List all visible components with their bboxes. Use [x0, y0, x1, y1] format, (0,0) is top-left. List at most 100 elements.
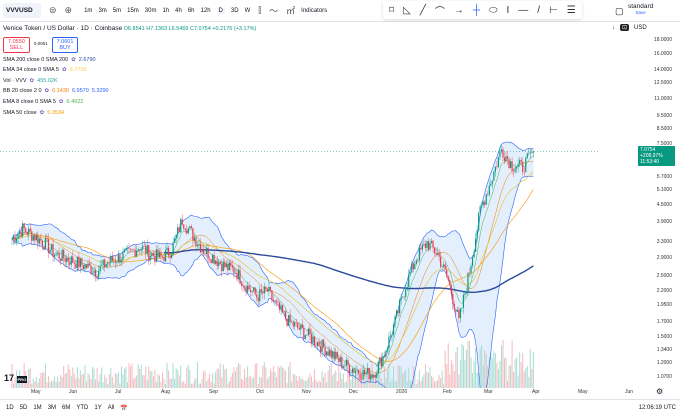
- range-YTD[interactable]: YTD: [76, 405, 88, 411]
- crosshair-icon[interactable]: ┼: [473, 5, 480, 16]
- interval-6h[interactable]: 6h: [188, 8, 195, 14]
- candle: [517, 163, 519, 168]
- candle: [458, 309, 460, 319]
- range-6M[interactable]: 6M: [62, 405, 70, 411]
- indicator-legend[interactable]: SMA 200 close 0 SMA 200 ✿ 2.6790: [3, 55, 256, 66]
- clock[interactable]: 12:06:19 UTC: [639, 405, 676, 411]
- candle: [205, 248, 208, 255]
- candle: [228, 262, 230, 271]
- indicator-legend[interactable]: EMA 34 close 0 SMA 5 ✿ 5.7739: [3, 65, 256, 76]
- indicators-button[interactable]: Indicators: [301, 8, 327, 14]
- candle: [423, 243, 425, 245]
- candle: [222, 261, 224, 272]
- range-3M[interactable]: 3M: [48, 405, 56, 411]
- range-1Y[interactable]: 1Y: [94, 405, 101, 411]
- candle: [237, 269, 240, 280]
- indicator-value: 5.3290: [91, 88, 109, 95]
- settings-icon[interactable]: ✿: [62, 67, 67, 73]
- candle: [161, 256, 164, 258]
- fib-icon[interactable]: ☰: [567, 5, 576, 16]
- indicator-legend[interactable]: Vol · VVV ✿ 455.02K: [3, 76, 256, 87]
- interval-5m[interactable]: 5m: [113, 8, 121, 14]
- interval-4h[interactable]: 4h: [175, 8, 182, 14]
- range-1D[interactable]: 1D: [6, 405, 14, 411]
- candle: [482, 201, 484, 206]
- settings-icon[interactable]: ✿: [71, 57, 76, 63]
- volume-bar: [514, 359, 516, 388]
- settings-icon[interactable]: ✿: [40, 110, 45, 116]
- arrow-icon[interactable]: →: [454, 5, 464, 16]
- candle: [37, 234, 39, 244]
- interval-D[interactable]: D: [216, 7, 225, 14]
- triangle-icon[interactable]: ◺: [403, 5, 411, 16]
- indicator-legend[interactable]: SMA 50 close ✿ 5.3534: [3, 108, 256, 119]
- candle: [136, 250, 138, 257]
- volume-bar: [458, 374, 460, 388]
- chart-title: Venice Token / US Dollar · 1D · Coinbase: [3, 25, 123, 32]
- settings-icon[interactable]: ✿: [45, 88, 50, 94]
- interval-3D[interactable]: 3D: [231, 8, 239, 14]
- indicator-legend[interactable]: BB 20 close 2 0 ✿ 6.1430 6.9570 5.3290: [3, 86, 256, 97]
- volume-bar: [320, 381, 322, 388]
- candle: [377, 361, 379, 374]
- candle: [233, 267, 235, 274]
- pen-icon[interactable]: ╱: [420, 5, 426, 16]
- candle: [91, 273, 94, 274]
- symbol-search[interactable]: VVVUSD: [3, 3, 41, 18]
- ellipse-icon[interactable]: ⬭: [489, 5, 498, 16]
- candle: [300, 324, 302, 330]
- interval-15m[interactable]: 15m: [127, 8, 139, 14]
- date-range-icon[interactable]: 📅: [120, 405, 127, 412]
- interval-1m[interactable]: 1m: [84, 8, 92, 14]
- interval-3m[interactable]: 3m: [98, 8, 106, 14]
- volume-bar: [139, 368, 141, 388]
- settings-icon[interactable]: ✿: [30, 78, 35, 84]
- indicator-value: 455.02K: [37, 77, 58, 84]
- volume-bar: [516, 357, 518, 388]
- sell-button[interactable]: 7.0550 SELL: [3, 36, 30, 53]
- rectangle-icon[interactable]: ⌑: [389, 5, 394, 16]
- interval-W[interactable]: W: [245, 8, 251, 14]
- settings-icon[interactable]: ✿: [59, 99, 64, 105]
- price-axis[interactable]: 18.0000 16.0000 14.0000 12.5000 11.0000 9.500…: [600, 22, 680, 382]
- volume-bar: [104, 375, 106, 388]
- range-1M[interactable]: 1M: [33, 405, 41, 411]
- layout-icon[interactable]: ▢: [615, 6, 624, 17]
- candle: [47, 239, 50, 253]
- volume-bar: [221, 377, 223, 388]
- candle: [415, 260, 417, 264]
- horizontal-line-icon[interactable]: —: [518, 5, 528, 16]
- trendline-icon[interactable]: /: [537, 5, 540, 16]
- volume-bar: [52, 380, 54, 388]
- add-symbol-icon[interactable]: ⊕: [65, 5, 73, 16]
- settings-icon[interactable]: ⚙: [656, 387, 663, 396]
- interval-1h[interactable]: 1h: [162, 8, 169, 14]
- candle: [55, 253, 57, 255]
- interval-30m[interactable]: 30m: [145, 8, 157, 14]
- candle: [488, 185, 490, 195]
- range-All[interactable]: All: [108, 405, 115, 411]
- volume-bar: [157, 374, 159, 388]
- buy-button[interactable]: 7.0601 BUY: [51, 36, 79, 53]
- volume-bar: [78, 378, 80, 388]
- candle: [383, 355, 385, 357]
- candle: [84, 264, 86, 270]
- save-label[interactable]: Save: [628, 10, 653, 15]
- candle: [283, 311, 285, 313]
- layout-menu[interactable]: standard Save: [628, 3, 653, 15]
- measure-icon[interactable]: ⊢: [549, 5, 558, 16]
- volume-bar: [476, 372, 478, 388]
- indicators-icon[interactable]: ㎡: [286, 4, 295, 17]
- text-icon[interactable]: I: [507, 5, 510, 16]
- volume-bar: [49, 382, 51, 388]
- indicator-legend[interactable]: EMA 8 close 0 SMA 5 ✿ 6.4922: [3, 97, 256, 108]
- volume-bar: [216, 368, 218, 388]
- interval-12h[interactable]: 12h: [201, 8, 211, 14]
- candle: [202, 249, 205, 254]
- line-chart-icon[interactable]: 〜: [269, 4, 278, 17]
- bar-style-icon[interactable]: ⫿: [258, 5, 261, 16]
- candle: [421, 244, 423, 250]
- range-5D[interactable]: 5D: [20, 405, 28, 411]
- compare-icon[interactable]: ⊜: [49, 5, 57, 16]
- curve-icon[interactable]: ⌒: [435, 3, 445, 18]
